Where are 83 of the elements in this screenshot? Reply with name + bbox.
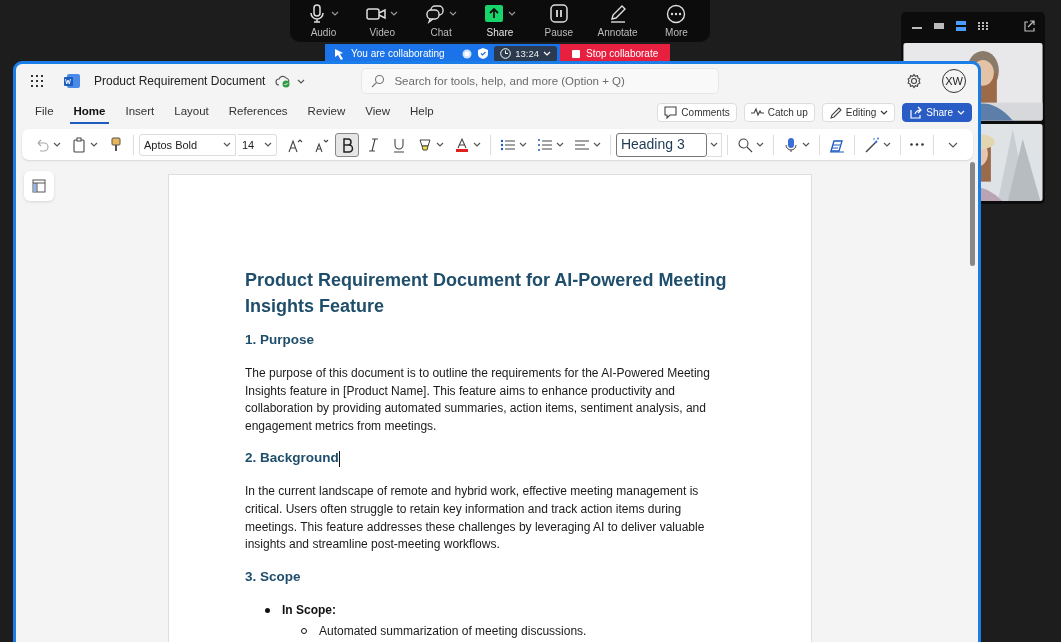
find-icon — [737, 136, 754, 153]
meeting-pause-button[interactable]: Pause — [530, 3, 587, 39]
pause-icon — [548, 3, 569, 24]
caret-icon — [592, 142, 601, 147]
ribbon-tab[interactable]: Layout — [170, 100, 213, 124]
highlighter-icon — [416, 136, 433, 153]
font-size-dropdown[interactable]: 14 — [237, 133, 277, 156]
editing-button[interactable]: Editing — [821, 102, 896, 122]
list-item: Automated summarization of meeting discussions. — [319, 622, 587, 640]
pop-out-icon[interactable] — [1023, 20, 1035, 32]
caret-icon — [802, 142, 811, 147]
cloud-saved-icon — [275, 74, 292, 88]
ribbon-tab[interactable]: Insert — [121, 100, 159, 124]
caret-icon — [710, 142, 719, 147]
caret-icon — [53, 142, 61, 147]
ribbon-tab[interactable]: File — [31, 100, 58, 124]
app-launcher-icon[interactable] — [30, 74, 44, 88]
document-title[interactable]: Product Requirement Document — [94, 74, 266, 88]
caret-icon — [880, 109, 889, 115]
search-icon — [371, 74, 386, 88]
comments-button[interactable]: Comments — [657, 102, 737, 122]
shield-icon — [478, 48, 489, 59]
ribbon-tab[interactable]: Home — [69, 100, 110, 124]
font-name-dropdown[interactable]: Aptos Bold — [138, 133, 236, 156]
meeting-chat-button[interactable]: Chat — [413, 3, 470, 39]
clock-icon — [500, 48, 512, 59]
caret-icon — [472, 142, 481, 147]
caret-icon — [90, 142, 98, 147]
meeting-share-button[interactable]: Share — [471, 3, 528, 39]
ribbon-tab[interactable]: Help — [406, 100, 438, 124]
grid-layout-icon[interactable] — [977, 21, 989, 31]
bullet-icon — [265, 607, 270, 613]
share-button[interactable]: Share — [902, 102, 972, 122]
caret-icon — [222, 142, 231, 147]
ribbon-tab[interactable]: View — [361, 100, 395, 124]
chat-icon — [425, 3, 446, 24]
body-paragraph: In the current landscape of remote and hybrid work, effective meeting management is critical. Users often struggle to retain key information and track action items during meetings. This feature addresses these challenges by leveraging AI to deliver valuable insights and streamline post-meeting workflows. — [245, 483, 706, 554]
microphone-icon — [783, 136, 800, 153]
more-icon — [666, 3, 687, 24]
caret-icon — [555, 142, 564, 147]
caret-icon — [435, 142, 444, 147]
caret-icon — [263, 142, 272, 147]
document-app-icon — [64, 74, 80, 88]
navigation-pane-button[interactable] — [24, 171, 54, 201]
catchup-button[interactable]: Catch up — [743, 102, 815, 122]
format-painter-icon — [108, 136, 124, 153]
timer-button[interactable]: 13:24 — [494, 45, 557, 62]
comment-icon — [664, 105, 678, 119]
share-icon — [909, 105, 923, 119]
caret-icon — [957, 109, 965, 115]
search-field[interactable]: Search for tools, help, and more (Option + Q) — [361, 68, 720, 94]
ribbon-tab[interactable]: Review — [303, 100, 350, 124]
meeting-more-button[interactable]: More — [648, 3, 705, 39]
font-color-icon — [453, 136, 470, 153]
bold-button[interactable] — [334, 132, 359, 157]
settings-icon[interactable] — [906, 73, 922, 89]
meeting-audio-button[interactable]: Audio — [295, 3, 352, 39]
panel-icon — [32, 179, 46, 193]
collaboration-status: You are collaborating — [351, 48, 445, 59]
ribbon-tab[interactable]: References — [224, 100, 292, 124]
scrollbar[interactable] — [970, 162, 975, 266]
caret-icon — [297, 78, 306, 84]
pulse-icon — [750, 105, 764, 119]
body-paragraph: The purpose of this document is to outline the requirements for the AI-Powered Meeting Insights feature in [Product Name]. This feature aims to enhance productivity and collaboration by providing automated summaries, action items, sentiment analysis, and engagement metrics from meetings. — [245, 365, 711, 435]
clipboard-icon — [71, 136, 87, 153]
meeting-annotate-button[interactable]: Annotate — [589, 3, 646, 39]
numbered-list-icon — [536, 136, 553, 153]
section-heading: 3. Scope — [245, 567, 302, 586]
window-icon[interactable] — [933, 21, 945, 31]
stacked-layout-icon[interactable] — [955, 21, 967, 31]
record-icon — [462, 48, 473, 59]
pencil-icon — [828, 105, 842, 119]
caret-icon — [883, 142, 892, 147]
caret-icon — [756, 142, 765, 147]
magic-wand-icon — [864, 136, 881, 153]
ellipsis-icon — [910, 143, 925, 146]
document-heading: Product Requirement Document for AI-Powered Meeting Insights Feature — [245, 269, 728, 318]
meeting-video-button[interactable]: Video — [354, 3, 411, 39]
section-heading: 2. Background — [245, 449, 341, 468]
caret-icon — [543, 51, 551, 56]
list-item: In Scope: — [282, 601, 336, 619]
section-heading: 1. Purpose — [245, 331, 316, 349]
caret-icon — [518, 142, 527, 147]
